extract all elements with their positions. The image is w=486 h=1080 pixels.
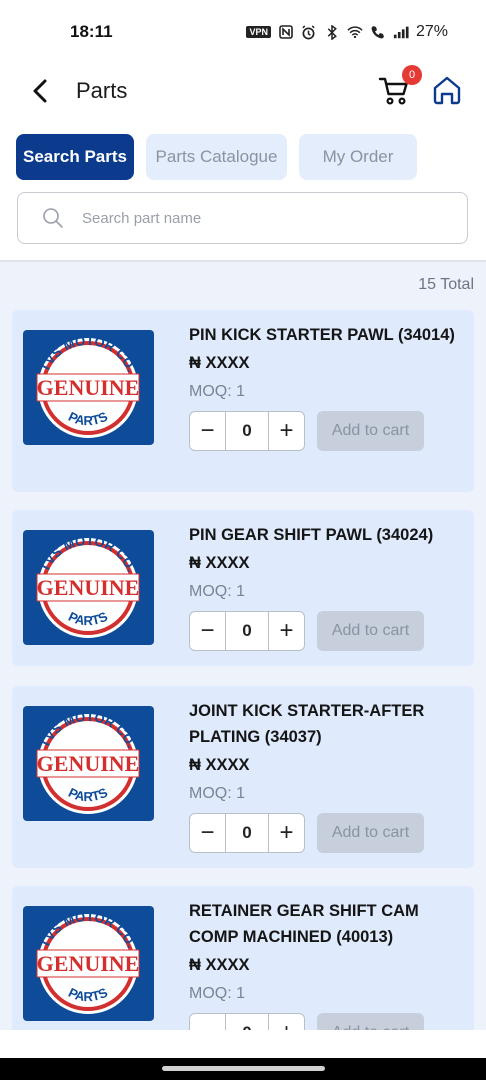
home-button[interactable] (432, 75, 464, 107)
cart-controls: − 0 + Add to cart (189, 611, 464, 651)
part-moq: MOQ: 1 (189, 383, 246, 400)
part-info: PIN GEAR SHIFT PAWL (34024) ₦ XXXX MOQ: … (189, 522, 464, 651)
tab-parts-catalogue[interactable]: Parts Catalogue (146, 134, 287, 180)
add-to-cart-button[interactable]: Add to cart (317, 611, 424, 651)
increment-button[interactable]: + (269, 612, 304, 650)
part-price: ₦ XXXX (189, 956, 250, 974)
part-moq: MOQ: 1 (189, 985, 246, 1002)
system-nav-bar (0, 1058, 486, 1080)
part-card: TVS MOTOR CO. GENUINE PARTS JOINT KICK S… (12, 686, 474, 868)
chevron-left-icon (33, 79, 47, 103)
alarm-icon (301, 24, 317, 40)
increment-button[interactable]: + (269, 814, 304, 852)
part-card: TVS MOTOR CO. GENUINE PARTS PIN KICK STA… (12, 310, 474, 492)
quantity-value[interactable]: 0 (225, 814, 269, 852)
svg-text:GENUINE: GENUINE (37, 375, 140, 400)
decrement-button[interactable]: − (190, 814, 225, 852)
search-input[interactable] (82, 209, 422, 227)
svg-text:GENUINE: GENUINE (37, 751, 140, 776)
app-bar-actions: 0 (378, 65, 464, 107)
genuine-parts-logo: TVS MOTOR CO. GENUINE PARTS (23, 706, 154, 821)
status-time: 18:11 (70, 22, 113, 41)
parts-list[interactable]: 15 Total TVS MOTOR CO. GENUINE PARTS PIN… (0, 260, 486, 1030)
part-info: PIN KICK STARTER PAWL (34014) ₦ XXXX MOQ… (189, 322, 464, 451)
part-name: PIN KICK STARTER PAWL (34014) (189, 326, 455, 344)
part-info: JOINT KICK STARTER-AFTER PLATING (34037)… (189, 698, 464, 853)
part-moq: MOQ: 1 (189, 583, 246, 600)
status-icons: VPN 27% (246, 23, 448, 41)
part-price: ₦ XXXX (189, 354, 250, 372)
add-to-cart-button[interactable]: Add to cart (317, 1013, 424, 1030)
tab-bar: Search Parts Parts Catalogue My Order (0, 134, 486, 180)
part-moq: MOQ: 1 (189, 785, 246, 802)
tab-search-parts[interactable]: Search Parts (16, 134, 134, 180)
quantity-value[interactable]: 0 (225, 1014, 269, 1030)
cart-controls: − 0 + Add to cart (189, 813, 464, 853)
cart-controls: − 0 + Add to cart (189, 411, 464, 451)
decrement-button[interactable]: − (190, 412, 225, 450)
decrement-button[interactable]: − (190, 1014, 225, 1030)
part-name: RETAINER GEAR SHIFT CAM COMP MACHINED (4… (189, 902, 419, 946)
cart-button[interactable]: 0 (378, 65, 422, 107)
part-name: JOINT KICK STARTER-AFTER PLATING (34037) (189, 702, 425, 746)
quantity-stepper: − 0 + (189, 411, 305, 451)
nfc-icon (278, 24, 294, 40)
page-title: Parts (76, 78, 128, 103)
cart-count-badge: 0 (402, 65, 422, 85)
part-price: ₦ XXXX (189, 554, 250, 572)
back-button[interactable] (26, 77, 54, 105)
search-icon (43, 208, 63, 228)
signal-icon (393, 24, 409, 40)
genuine-parts-logo: TVS MOTOR CO. GENUINE PARTS (23, 906, 154, 1021)
battery-level: 27% (415, 23, 448, 40)
quantity-value[interactable]: 0 (225, 412, 269, 450)
part-price: ₦ XXXX (189, 756, 250, 774)
genuine-parts-logo: TVS MOTOR CO. GENUINE PARTS (23, 330, 154, 445)
part-info: RETAINER GEAR SHIFT CAM COMP MACHINED (4… (189, 898, 464, 1030)
home-gesture-handle[interactable] (162, 1066, 325, 1071)
part-card: TVS MOTOR CO. GENUINE PARTS PIN GEAR SHI… (12, 510, 474, 666)
bluetooth-icon (324, 24, 340, 40)
decrement-button[interactable]: − (190, 612, 225, 650)
app-bar: Parts 0 (0, 64, 486, 118)
wifi-icon (347, 24, 363, 40)
call-icon (370, 24, 386, 40)
bottom-spacer (0, 1030, 486, 1058)
status-bar: 18:11 VPN 27% (0, 0, 486, 64)
svg-text:GENUINE: GENUINE (37, 951, 140, 976)
tab-my-order[interactable]: My Order (299, 134, 417, 180)
total-count: 15 Total (418, 276, 474, 293)
add-to-cart-button[interactable]: Add to cart (317, 411, 424, 451)
home-icon (433, 76, 461, 105)
quantity-stepper: − 0 + (189, 611, 305, 651)
add-to-cart-button[interactable]: Add to cart (317, 813, 424, 853)
quantity-value[interactable]: 0 (225, 612, 269, 650)
quantity-stepper: − 0 + (189, 1013, 305, 1030)
cart-controls: − 0 + Add to cart (189, 1013, 464, 1030)
genuine-parts-logo: TVS MOTOR CO. GENUINE PARTS (23, 530, 154, 645)
svg-text:GENUINE: GENUINE (37, 575, 140, 600)
part-name: PIN GEAR SHIFT PAWL (34024) (189, 526, 434, 544)
search-box[interactable] (17, 192, 468, 244)
increment-button[interactable]: + (269, 412, 304, 450)
quantity-stepper: − 0 + (189, 813, 305, 853)
part-card: TVS MOTOR CO. GENUINE PARTS RETAINER GEA… (12, 886, 474, 1030)
increment-button[interactable]: + (269, 1014, 304, 1030)
vpn-icon: VPN (246, 26, 271, 38)
